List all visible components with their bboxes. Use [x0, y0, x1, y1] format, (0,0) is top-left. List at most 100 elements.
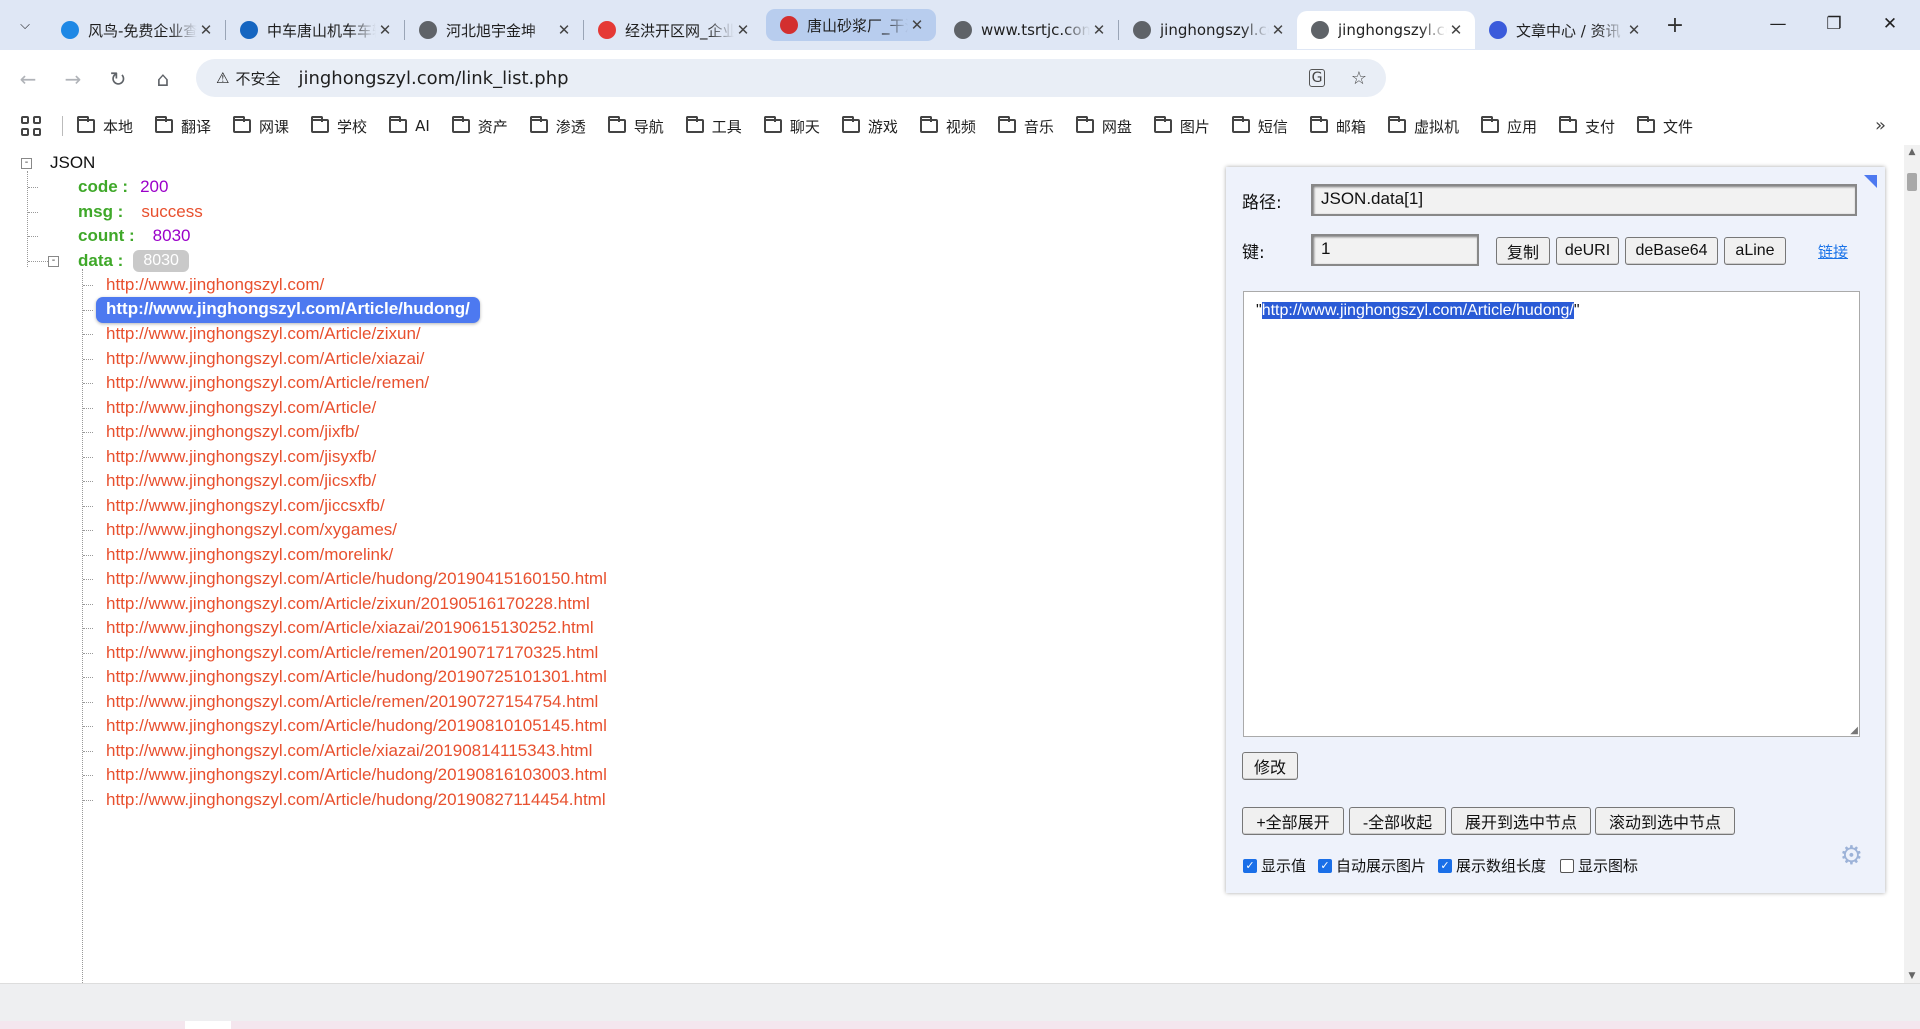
tree-item-row[interactable]: http://www.jinghongszyl.com/Article/hudo… [106, 762, 607, 788]
expand-all-button[interactable]: +全部展开 [1242, 807, 1344, 835]
link-button[interactable]: 链接 [1818, 241, 1848, 262]
bookmark-folder[interactable]: 工具 [685, 116, 742, 137]
reload-button[interactable]: ↻ [100, 61, 136, 97]
tab-close-icon[interactable]: ✕ [1625, 21, 1643, 39]
browser-tab[interactable]: jinghongszyl.com✕ [1119, 11, 1297, 49]
show-icon-checkbox[interactable]: 显示图标 [1560, 855, 1638, 876]
tree-item-row[interactable]: http://www.jinghongszyl.com/Article/zixu… [106, 591, 590, 617]
value-textarea[interactable]: "http://www.jinghongszyl.com/Article/hud… [1243, 291, 1860, 737]
tab-search-button[interactable]: ⌵ [11, 11, 39, 39]
bookmark-folder[interactable]: 短信 [1231, 116, 1288, 137]
tree-item-row[interactable]: http://www.jinghongszyl.com/Article/xiaz… [106, 615, 594, 641]
tree-item-row[interactable]: http://www.jinghongszyl.com/Article/ [106, 395, 376, 421]
bookmark-folder[interactable]: 文件 [1636, 116, 1693, 137]
scroll-up-icon[interactable]: ▲ [1904, 147, 1920, 157]
tree-item-row[interactable]: http://www.jinghongszyl.com/Article/hudo… [106, 713, 607, 739]
bookmark-star-button[interactable]: ☆ [1346, 65, 1372, 91]
address-bar[interactable]: ⚠ 不安全 jinghongszyl.com/link_list.php G ☆ [196, 59, 1386, 97]
scroll-down-icon[interactable]: ▼ [1904, 971, 1920, 981]
browser-tab[interactable]: 风鸟-免费企业查询✕ [47, 11, 225, 49]
expand-to-selected-button[interactable]: 展开到选中节点 [1451, 807, 1591, 835]
tab-close-icon[interactable]: ✕ [376, 21, 394, 39]
tree-item-row[interactable]: http://www.jinghongszyl.com/Article/zixu… [106, 321, 421, 347]
bookmark-folder[interactable]: 应用 [1480, 116, 1537, 137]
tree-item-row[interactable]: http://www.jinghongszyl.com/Article/hudo… [106, 566, 607, 592]
close-window-button[interactable]: ✕ [1862, 0, 1918, 48]
tree-item-row[interactable]: http://www.jinghongszyl.com/Article/hudo… [96, 296, 480, 323]
bookmark-folder[interactable]: 聊天 [763, 116, 820, 137]
key-input[interactable]: 1 [1311, 234, 1479, 266]
browser-tab[interactable]: 文章中心 / 资讯 ✕ [1475, 11, 1653, 49]
page-scrollbar[interactable]: ▲ ▼ [1904, 145, 1920, 983]
array-length-checkbox[interactable]: ✓ 展示数组长度 [1438, 855, 1546, 876]
scroll-to-selected-button[interactable]: 滚动到选中节点 [1595, 807, 1735, 835]
tab-close-icon[interactable]: ✕ [908, 16, 926, 34]
bookmark-folder[interactable]: 音乐 [997, 116, 1054, 137]
tab-close-icon[interactable]: ✕ [734, 21, 752, 39]
scrollbar-thumb[interactable] [1907, 173, 1917, 191]
tree-item-row[interactable]: http://www.jinghongszyl.com/ [106, 272, 324, 298]
tree-item-row[interactable]: http://www.jinghongszyl.com/jiccsxfb/ [106, 493, 385, 519]
translate-button[interactable]: G [1304, 65, 1330, 91]
settings-gear-icon[interactable]: ⚙ [1840, 841, 1863, 871]
tree-item-row[interactable]: http://www.jinghongszyl.com/Article/reme… [106, 640, 598, 666]
tree-item-row[interactable]: http://www.jinghongszyl.com/Article/reme… [106, 370, 429, 396]
bookmark-folder[interactable]: 图片 [1153, 116, 1210, 137]
new-tab-button[interactable]: + [1661, 11, 1689, 39]
resize-grip-icon[interactable]: ◢ [1850, 725, 1858, 736]
bookmark-folder[interactable]: 导航 [607, 116, 664, 137]
tree-item-row[interactable]: http://www.jinghongszyl.com/jicsxfb/ [106, 468, 376, 494]
bookmark-folder[interactable]: 渗透 [529, 116, 586, 137]
browser-tab[interactable]: jinghongszyl.com✕ [1297, 11, 1475, 49]
bookmark-folder[interactable]: 翻译 [155, 116, 211, 137]
tree-item-row[interactable]: http://www.jinghongszyl.com/Article/hudo… [106, 787, 606, 813]
browser-tab[interactable]: 中车唐山机车车辆 ✕ [226, 11, 404, 49]
back-button[interactable]: ← [10, 61, 46, 97]
tree-node-code[interactable]: code : 200 [78, 174, 168, 200]
tab-close-icon[interactable]: ✕ [1269, 21, 1287, 39]
bookmark-folder[interactable]: 支付 [1558, 116, 1615, 137]
aline-button[interactable]: aLine [1724, 237, 1786, 265]
copy-button[interactable]: 复制 [1496, 237, 1550, 265]
tree-item-row[interactable]: http://www.jinghongszyl.com/Article/hudo… [106, 664, 607, 690]
bookmark-folder[interactable]: 网盘 [1075, 116, 1132, 137]
bookmark-folder[interactable]: 邮箱 [1309, 116, 1366, 137]
restore-button[interactable]: ❐ [1806, 0, 1862, 48]
bookmark-folder[interactable]: 网课 [233, 116, 289, 137]
collapse-toggle[interactable]: - [48, 255, 59, 267]
tree-node-data[interactable]: - data : 8030 [48, 248, 189, 274]
tree-item-row[interactable]: http://www.jinghongszyl.com/Article/xiaz… [106, 346, 424, 372]
tree-item-row[interactable]: http://www.jinghongszyl.com/xygames/ [106, 517, 397, 543]
tree-item-row[interactable]: http://www.jinghongszyl.com/morelink/ [106, 542, 393, 568]
browser-tab[interactable]: www.tsrtjc.com ✕ [940, 11, 1118, 49]
checkbox-box[interactable] [1560, 858, 1574, 873]
bookmark-folder[interactable]: 视频 [919, 116, 976, 137]
checkbox-box[interactable]: ✓ [1438, 858, 1452, 873]
tree-item-row[interactable]: http://www.jinghongszyl.com/Article/xiaz… [106, 738, 592, 764]
tree-item-row[interactable]: http://www.jinghongszyl.com/jisyxfb/ [106, 444, 376, 470]
site-info-button[interactable]: ⚠ 不安全 [206, 63, 290, 93]
apps-grid-icon[interactable] [20, 115, 42, 137]
browser-tab[interactable]: 唐山砂浆厂_干混✕ [766, 9, 936, 41]
url-text[interactable]: jinghongszyl.com/link_list.php [298, 68, 568, 89]
bookmark-folder[interactable]: 资产 [451, 116, 508, 137]
checkbox-box[interactable]: ✓ [1318, 858, 1332, 873]
tab-close-icon[interactable]: ✕ [1447, 21, 1465, 39]
tab-close-icon[interactable]: ✕ [1090, 21, 1108, 39]
home-button[interactable]: ⌂ [145, 61, 181, 97]
debase64-button[interactable]: deBase64 [1625, 237, 1718, 265]
collapse-all-button[interactable]: -全部收起 [1349, 807, 1446, 835]
tab-close-icon[interactable]: ✕ [197, 21, 215, 39]
tab-close-icon[interactable]: ✕ [555, 21, 573, 39]
bookmark-folder[interactable]: 学校 [311, 116, 367, 137]
tree-item-row[interactable]: http://www.jinghongszyl.com/Article/reme… [106, 689, 598, 715]
auto-image-checkbox[interactable]: ✓ 自动展示图片 [1318, 855, 1426, 876]
tree-item-row[interactable]: http://www.jinghongszyl.com/jixfb/ [106, 419, 359, 445]
bookmark-folder[interactable]: AI [389, 116, 430, 135]
modify-button[interactable]: 修改 [1242, 752, 1298, 780]
path-input[interactable]: JSON.data[1] [1311, 184, 1857, 216]
tree-root-row[interactable]: - JSON [21, 150, 95, 176]
bookmark-folder[interactable]: 本地 [77, 116, 133, 137]
tree-node-msg[interactable]: msg : success [78, 199, 203, 225]
tree-node-count[interactable]: count : 8030 [78, 223, 190, 249]
